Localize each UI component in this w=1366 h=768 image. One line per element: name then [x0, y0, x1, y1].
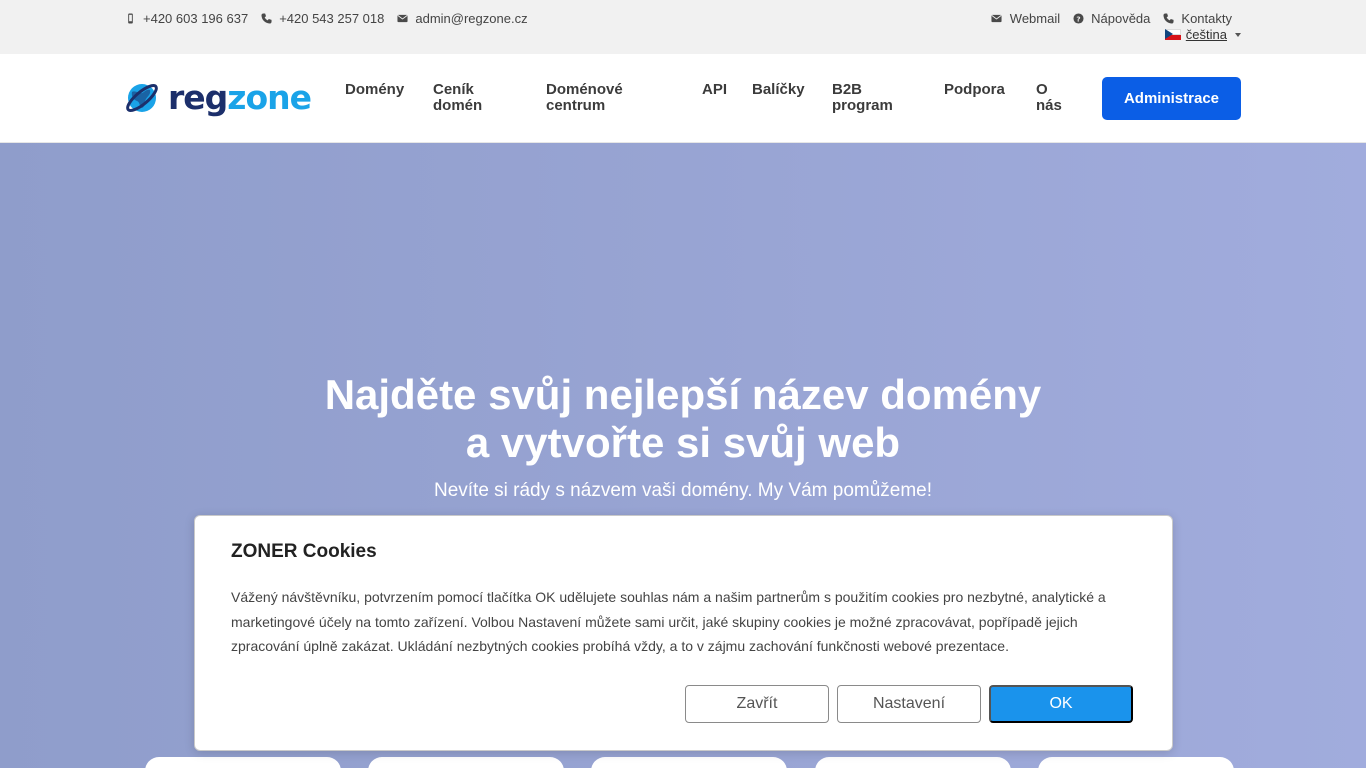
ok-button[interactable]: OK — [989, 685, 1133, 723]
mobile-phone-icon — [124, 13, 136, 25]
mobile-phone-text: +420 603 196 637 — [143, 11, 249, 26]
language-label: čeština — [1185, 27, 1227, 42]
nav-item-api[interactable]: API — [702, 82, 727, 98]
landline-phone-text: +420 543 257 018 — [279, 11, 385, 26]
nav-item-label: B2B — [832, 81, 863, 98]
nav-item-label: O — [1036, 81, 1048, 98]
hero-card[interactable] — [368, 757, 564, 768]
cookie-dialog-title: ZONER Cookies — [231, 541, 377, 562]
hero-card[interactable] — [591, 757, 787, 768]
caret-down-icon — [1235, 32, 1241, 37]
settings-button[interactable]: Nastavení — [837, 685, 981, 723]
nav-item-support[interactable]: Podpora — [944, 82, 1005, 98]
nav-item-label: Podpora — [944, 81, 1005, 98]
nav-item-label-2: program — [832, 97, 893, 114]
question-circle-icon: ? — [1072, 13, 1084, 25]
nav-item-domain-center[interactable]: Doménové centrum — [546, 82, 623, 114]
language-selector[interactable]: čeština — [1164, 27, 1241, 42]
nav-item-packages[interactable]: Balíčky — [752, 82, 805, 98]
nav-item-label: API — [702, 81, 728, 98]
email-text: admin@regzone.cz — [415, 11, 528, 26]
help-text: Nápověda — [1091, 11, 1151, 26]
nav-item-label: Domény — [345, 81, 405, 98]
nav-item-label-2: centrum — [546, 97, 606, 114]
top-links: Webmail ? Nápověda Kontakty — [991, 11, 1232, 26]
hero-title-line-2: a vytvořte si svůj web — [465, 419, 901, 466]
nav-item-b2b[interactable]: B2B program — [832, 82, 893, 114]
nav-item-about[interactable]: O nás — [1036, 82, 1062, 114]
landline-phone-link[interactable]: +420 543 257 018 — [260, 11, 384, 26]
top-bar: +420 603 196 637 +420 543 257 018 admin@… — [0, 0, 1366, 54]
nav-item-label: Ceník — [433, 81, 474, 98]
czech-flag-icon — [1164, 29, 1181, 40]
nav-item-label-2: domén — [433, 97, 483, 114]
contacts-link[interactable]: Kontakty — [1162, 11, 1232, 26]
logo-text-zone: zone — [227, 78, 312, 117]
hero-subtitle: Nevíte si rády s názvem vaši domény. My … — [433, 480, 933, 501]
logo[interactable]: regzone — [124, 78, 312, 117]
top-contacts: +420 603 196 637 +420 543 257 018 admin@… — [124, 11, 528, 26]
nav-item-label-2: nás — [1036, 97, 1062, 114]
envelope-icon — [396, 13, 408, 25]
close-button[interactable]: Zavřít — [685, 685, 829, 723]
svg-text:?: ? — [1076, 14, 1080, 23]
nav-item-domains[interactable]: Domény — [345, 82, 404, 98]
main-header: regzone Domény Ceník domén Doménové cent… — [0, 54, 1366, 143]
cookie-dialog-text: Vážený návštěvníku, potvrzením pomocí tl… — [231, 589, 1106, 654]
envelope-icon — [991, 13, 1003, 25]
mobile-phone-link[interactable]: +420 603 196 637 — [124, 11, 248, 26]
hero-title-line-1: Najděte svůj nejlepší název domény — [324, 371, 1042, 418]
phone-icon — [1162, 13, 1174, 25]
email-link[interactable]: admin@regzone.cz — [396, 11, 528, 26]
contacts-text: Kontakty — [1181, 11, 1232, 26]
hero-card[interactable] — [1038, 757, 1234, 768]
nav-item-pricing[interactable]: Ceník domén — [433, 82, 482, 114]
nav-item-label: Doménové — [546, 81, 623, 98]
webmail-text: Webmail — [1009, 11, 1061, 26]
globe-logo-icon — [126, 84, 158, 112]
phone-icon — [260, 13, 272, 25]
logo-text: regzone — [168, 78, 312, 117]
hero-card[interactable] — [815, 757, 1011, 768]
cookie-dialog: ZONER Cookies Vážený návštěvníku, potvrz… — [194, 515, 1173, 751]
hero-title: Najděte svůj nejlepší název domény a vyt… — [0, 371, 1366, 467]
logo-text-reg: reg — [168, 78, 228, 117]
administration-button[interactable]: Administrace — [1102, 77, 1241, 120]
webmail-link[interactable]: Webmail — [991, 11, 1060, 26]
nav-item-label: Balíčky — [752, 81, 805, 98]
hero-card[interactable] — [145, 757, 341, 768]
help-link[interactable]: ? Nápověda — [1072, 11, 1150, 26]
